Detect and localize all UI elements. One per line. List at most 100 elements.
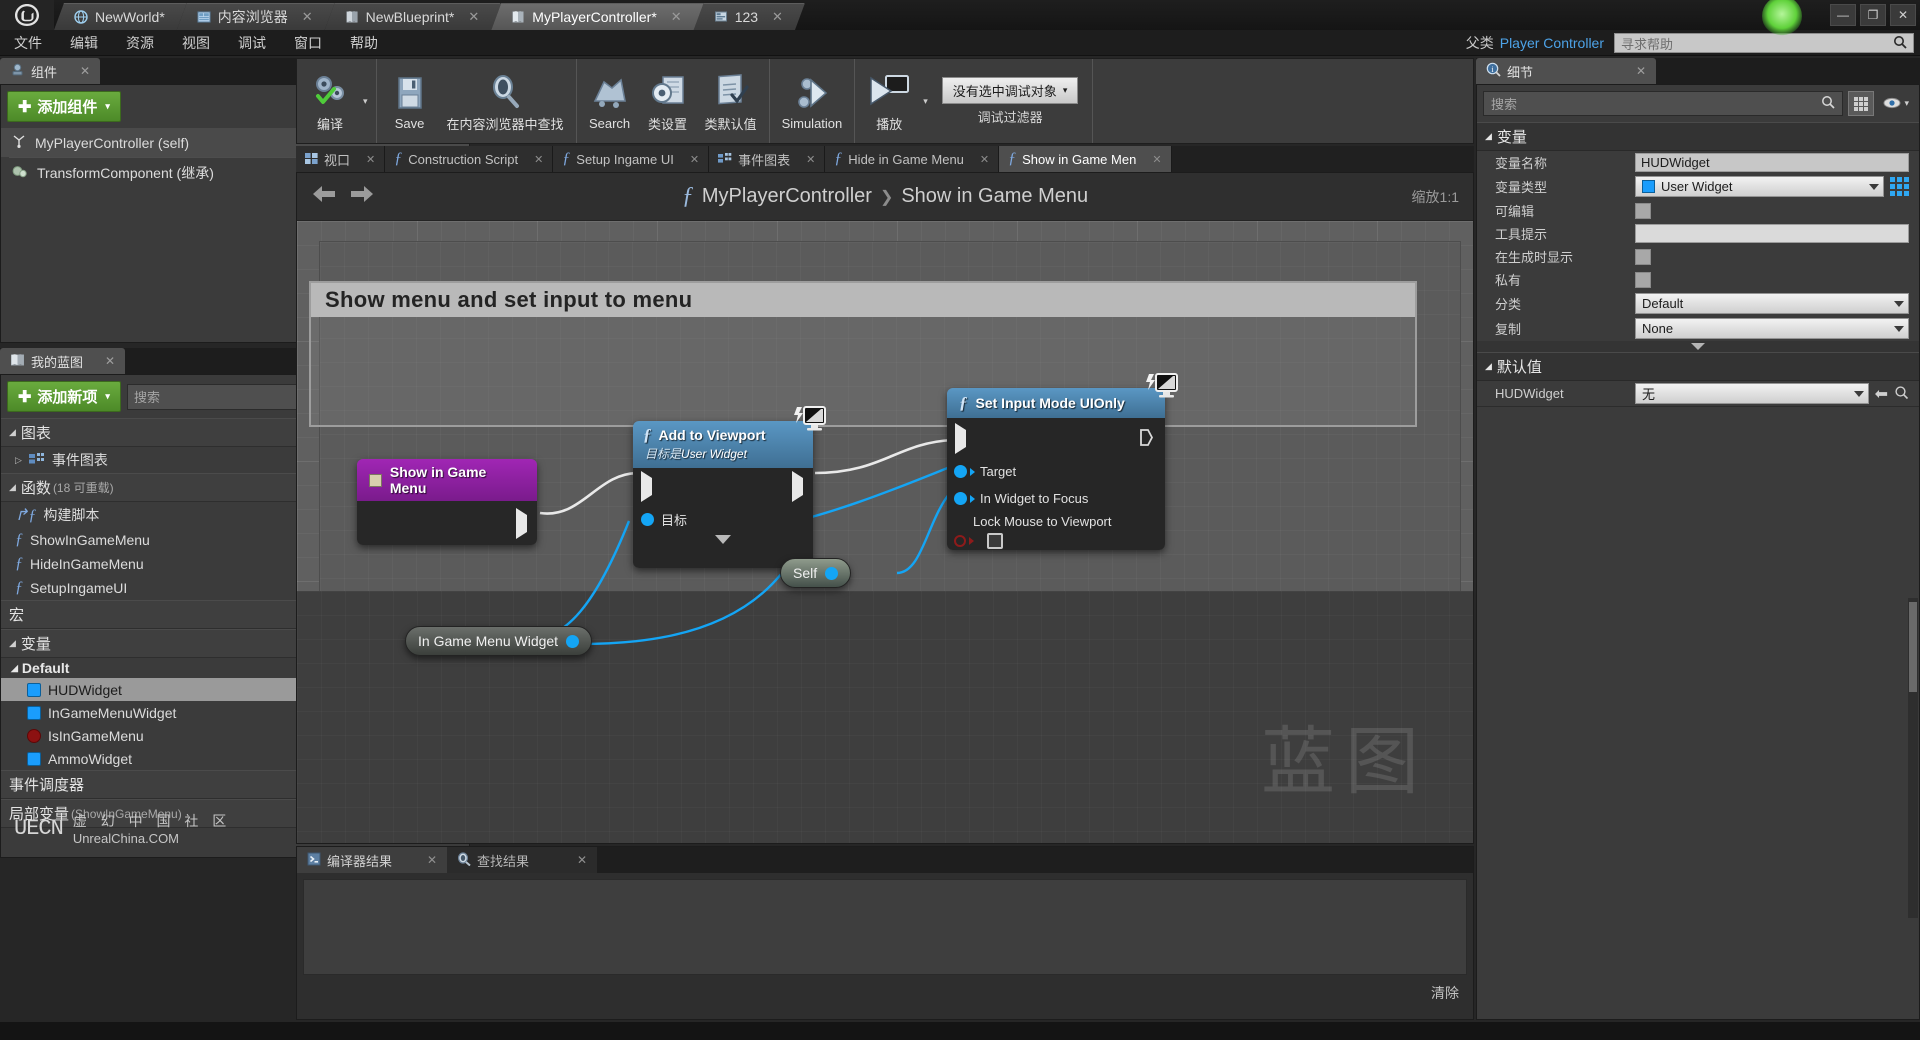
menu-edit[interactable]: 编辑 [56, 30, 112, 56]
type-container-icon[interactable] [1890, 177, 1909, 196]
help-search-input[interactable]: 寻求帮助 [1614, 33, 1914, 53]
graph-tab-hide-in-game-menu[interactable]: ƒ Hide in Game Menu ✕ [825, 146, 1000, 172]
menu-help[interactable]: 帮助 [336, 30, 392, 56]
node-expander-icon[interactable] [715, 535, 731, 562]
node-self[interactable]: Self [780, 558, 852, 588]
restore-button[interactable]: ❐ [1860, 4, 1886, 26]
parent-class-indicator[interactable]: 父类 Player Controller [1456, 30, 1614, 56]
menu-view[interactable]: 视图 [168, 30, 224, 56]
node-in-game-menu-widget[interactable]: In Game Menu Widget [405, 626, 593, 656]
node-add-to-viewport[interactable]: ƒ Add to Viewport 目标是User Widget 目标 [633, 406, 826, 568]
grid-view-icon[interactable] [1848, 91, 1875, 116]
debug-object-select[interactable]: 没有选中调试对象 ▾ [941, 76, 1079, 104]
menu-assets[interactable]: 资源 [112, 30, 168, 56]
parent-class-value[interactable]: Player Controller [1500, 35, 1604, 51]
exec-out-pin[interactable] [792, 471, 803, 502]
close-icon[interactable]: ✕ [772, 9, 783, 25]
lock-mouse-checkbox[interactable] [987, 533, 1003, 549]
exec-out-pin[interactable] [516, 508, 527, 539]
expand-arrow-icon[interactable]: ▷ [15, 455, 22, 466]
tab-compiler-results[interactable]: 编译器结果 ✕ [297, 847, 447, 873]
close-icon[interactable]: ✕ [302, 9, 313, 25]
menu-debug[interactable]: 调试 [224, 30, 280, 56]
close-icon[interactable]: ✕ [89, 354, 115, 368]
close-icon[interactable]: ✕ [980, 153, 989, 166]
close-icon[interactable]: ✕ [407, 853, 437, 867]
close-icon[interactable]: ✕ [1152, 153, 1161, 166]
details-expand-more-button[interactable] [1477, 341, 1919, 352]
graph-canvas[interactable]: 蓝图 Show menu and set input to menu Show … [297, 221, 1473, 843]
output-pin-in-game-menu-widget[interactable] [566, 634, 580, 648]
window-tab-content-browser[interactable]: 内容浏览器 ✕ [177, 3, 335, 30]
default-value-asset-select[interactable]: 无 [1635, 383, 1869, 404]
input-pin-target[interactable]: Target [954, 464, 1016, 479]
input-pin-in-widget-to-focus[interactable]: In Widget to Focus [954, 491, 1088, 506]
variable-name-input[interactable]: HUDWidget [1635, 153, 1909, 172]
browse-asset-icon[interactable] [1894, 385, 1909, 403]
simulation-button[interactable]: Simulation [774, 59, 851, 143]
details-section-default-value[interactable]: ◢ 默认值 [1477, 352, 1919, 381]
tab-my-blueprint[interactable]: 我的蓝图 ✕ [0, 348, 126, 374]
details-visibility-button[interactable]: ▾ [1879, 96, 1913, 112]
use-selected-asset-icon[interactable]: ⬅ [1875, 384, 1888, 404]
close-window-button[interactable]: ✕ [1890, 4, 1916, 26]
compile-dropdown-icon[interactable]: ▾ [359, 59, 372, 143]
graph-tab-setup-ingame-ui[interactable]: ƒ Setup Ingame UI ✕ [553, 146, 710, 172]
details-search-input[interactable]: 搜索 [1483, 91, 1844, 116]
close-icon[interactable]: ✕ [557, 853, 587, 867]
add-new-button[interactable]: ✚ 添加新项 ▾ [7, 381, 121, 412]
close-icon[interactable]: ✕ [534, 153, 543, 166]
replication-select[interactable]: None [1635, 318, 1909, 339]
save-button[interactable]: Save [381, 59, 439, 143]
graph-tab-viewport[interactable]: 视口 ✕ [296, 146, 386, 172]
close-icon[interactable]: ✕ [671, 9, 682, 25]
graph-tab-event-graph[interactable]: 事件图表 ✕ [709, 146, 826, 172]
tab-components[interactable]: 组件 ✕ [0, 58, 100, 84]
breadcrumb-root[interactable]: MyPlayerController [702, 185, 872, 208]
add-component-button[interactable]: ✚ 添加组件 ▾ [7, 91, 121, 122]
graph-tab-show-in-game-menu[interactable]: ƒ Show in Game Men ✕ [999, 146, 1172, 172]
tab-find-results[interactable]: 查找结果 ✕ [447, 847, 597, 873]
arrow-left-icon[interactable] [311, 183, 337, 211]
window-tab-newworld[interactable]: NewWorld* [54, 3, 187, 30]
category-select[interactable]: Default [1635, 293, 1909, 314]
close-icon[interactable]: ✕ [806, 153, 815, 166]
close-icon[interactable]: ✕ [690, 153, 699, 166]
class-defaults-button[interactable]: 类默认值 [697, 59, 765, 143]
exec-in-pin[interactable] [641, 471, 652, 502]
exec-out-pin[interactable] [1139, 429, 1154, 451]
arrow-right-icon[interactable] [349, 183, 375, 211]
close-icon[interactable]: ✕ [1620, 64, 1646, 78]
search-button[interactable]: Search [581, 59, 639, 143]
tooltip-input[interactable] [1635, 224, 1909, 243]
input-pin-target[interactable]: 目标 [641, 510, 687, 529]
window-tab-myplayercontroller[interactable]: MyPlayerController* ✕ [491, 3, 703, 30]
close-icon[interactable]: ✕ [468, 9, 479, 25]
find-in-content-browser-button[interactable]: 在内容浏览器中查找 [439, 59, 572, 143]
window-tab-newblueprint[interactable]: NewBlueprint* ✕ [325, 3, 502, 30]
compile-button[interactable]: 编译 [301, 59, 359, 143]
input-pin-lock-mouse-to-viewport[interactable] [954, 533, 1003, 549]
variable-type-select[interactable]: User Widget [1635, 176, 1884, 197]
class-settings-button[interactable]: 类设置 [639, 59, 697, 143]
play-dropdown-icon[interactable]: ▾ [919, 59, 932, 143]
minimize-button[interactable]: — [1830, 4, 1856, 26]
menu-window[interactable]: 窗口 [280, 30, 336, 56]
node-set-input-mode-uionly[interactable]: ƒ Set Input Mode UIOnly Target In Widget… [947, 373, 1178, 550]
menu-file[interactable]: 文件 [0, 30, 56, 56]
graph-tab-construction-script[interactable]: ƒ Construction Script ✕ [385, 146, 554, 172]
output-pin-self[interactable] [825, 566, 839, 580]
exec-in-pin[interactable] [955, 423, 966, 454]
clear-button[interactable]: 清除 [1431, 983, 1459, 1003]
details-scrollbar[interactable] [1908, 598, 1918, 918]
editable-checkbox[interactable] [1635, 202, 1651, 219]
details-section-variable[interactable]: ◢ 变量 [1477, 122, 1919, 151]
node-show-in-game-menu-entry[interactable]: Show in Game Menu [357, 459, 537, 545]
close-icon[interactable]: ✕ [366, 153, 375, 166]
play-button[interactable]: 播放 [859, 59, 919, 143]
show-on-spawn-checkbox[interactable] [1635, 248, 1651, 265]
close-icon[interactable]: ✕ [64, 64, 90, 78]
breadcrumb-leaf[interactable]: Show in Game Menu [901, 185, 1088, 208]
graph-comment-box[interactable]: Show menu and set input to menu [309, 281, 1417, 427]
tab-details[interactable]: i 细节 ✕ [1476, 58, 1656, 84]
